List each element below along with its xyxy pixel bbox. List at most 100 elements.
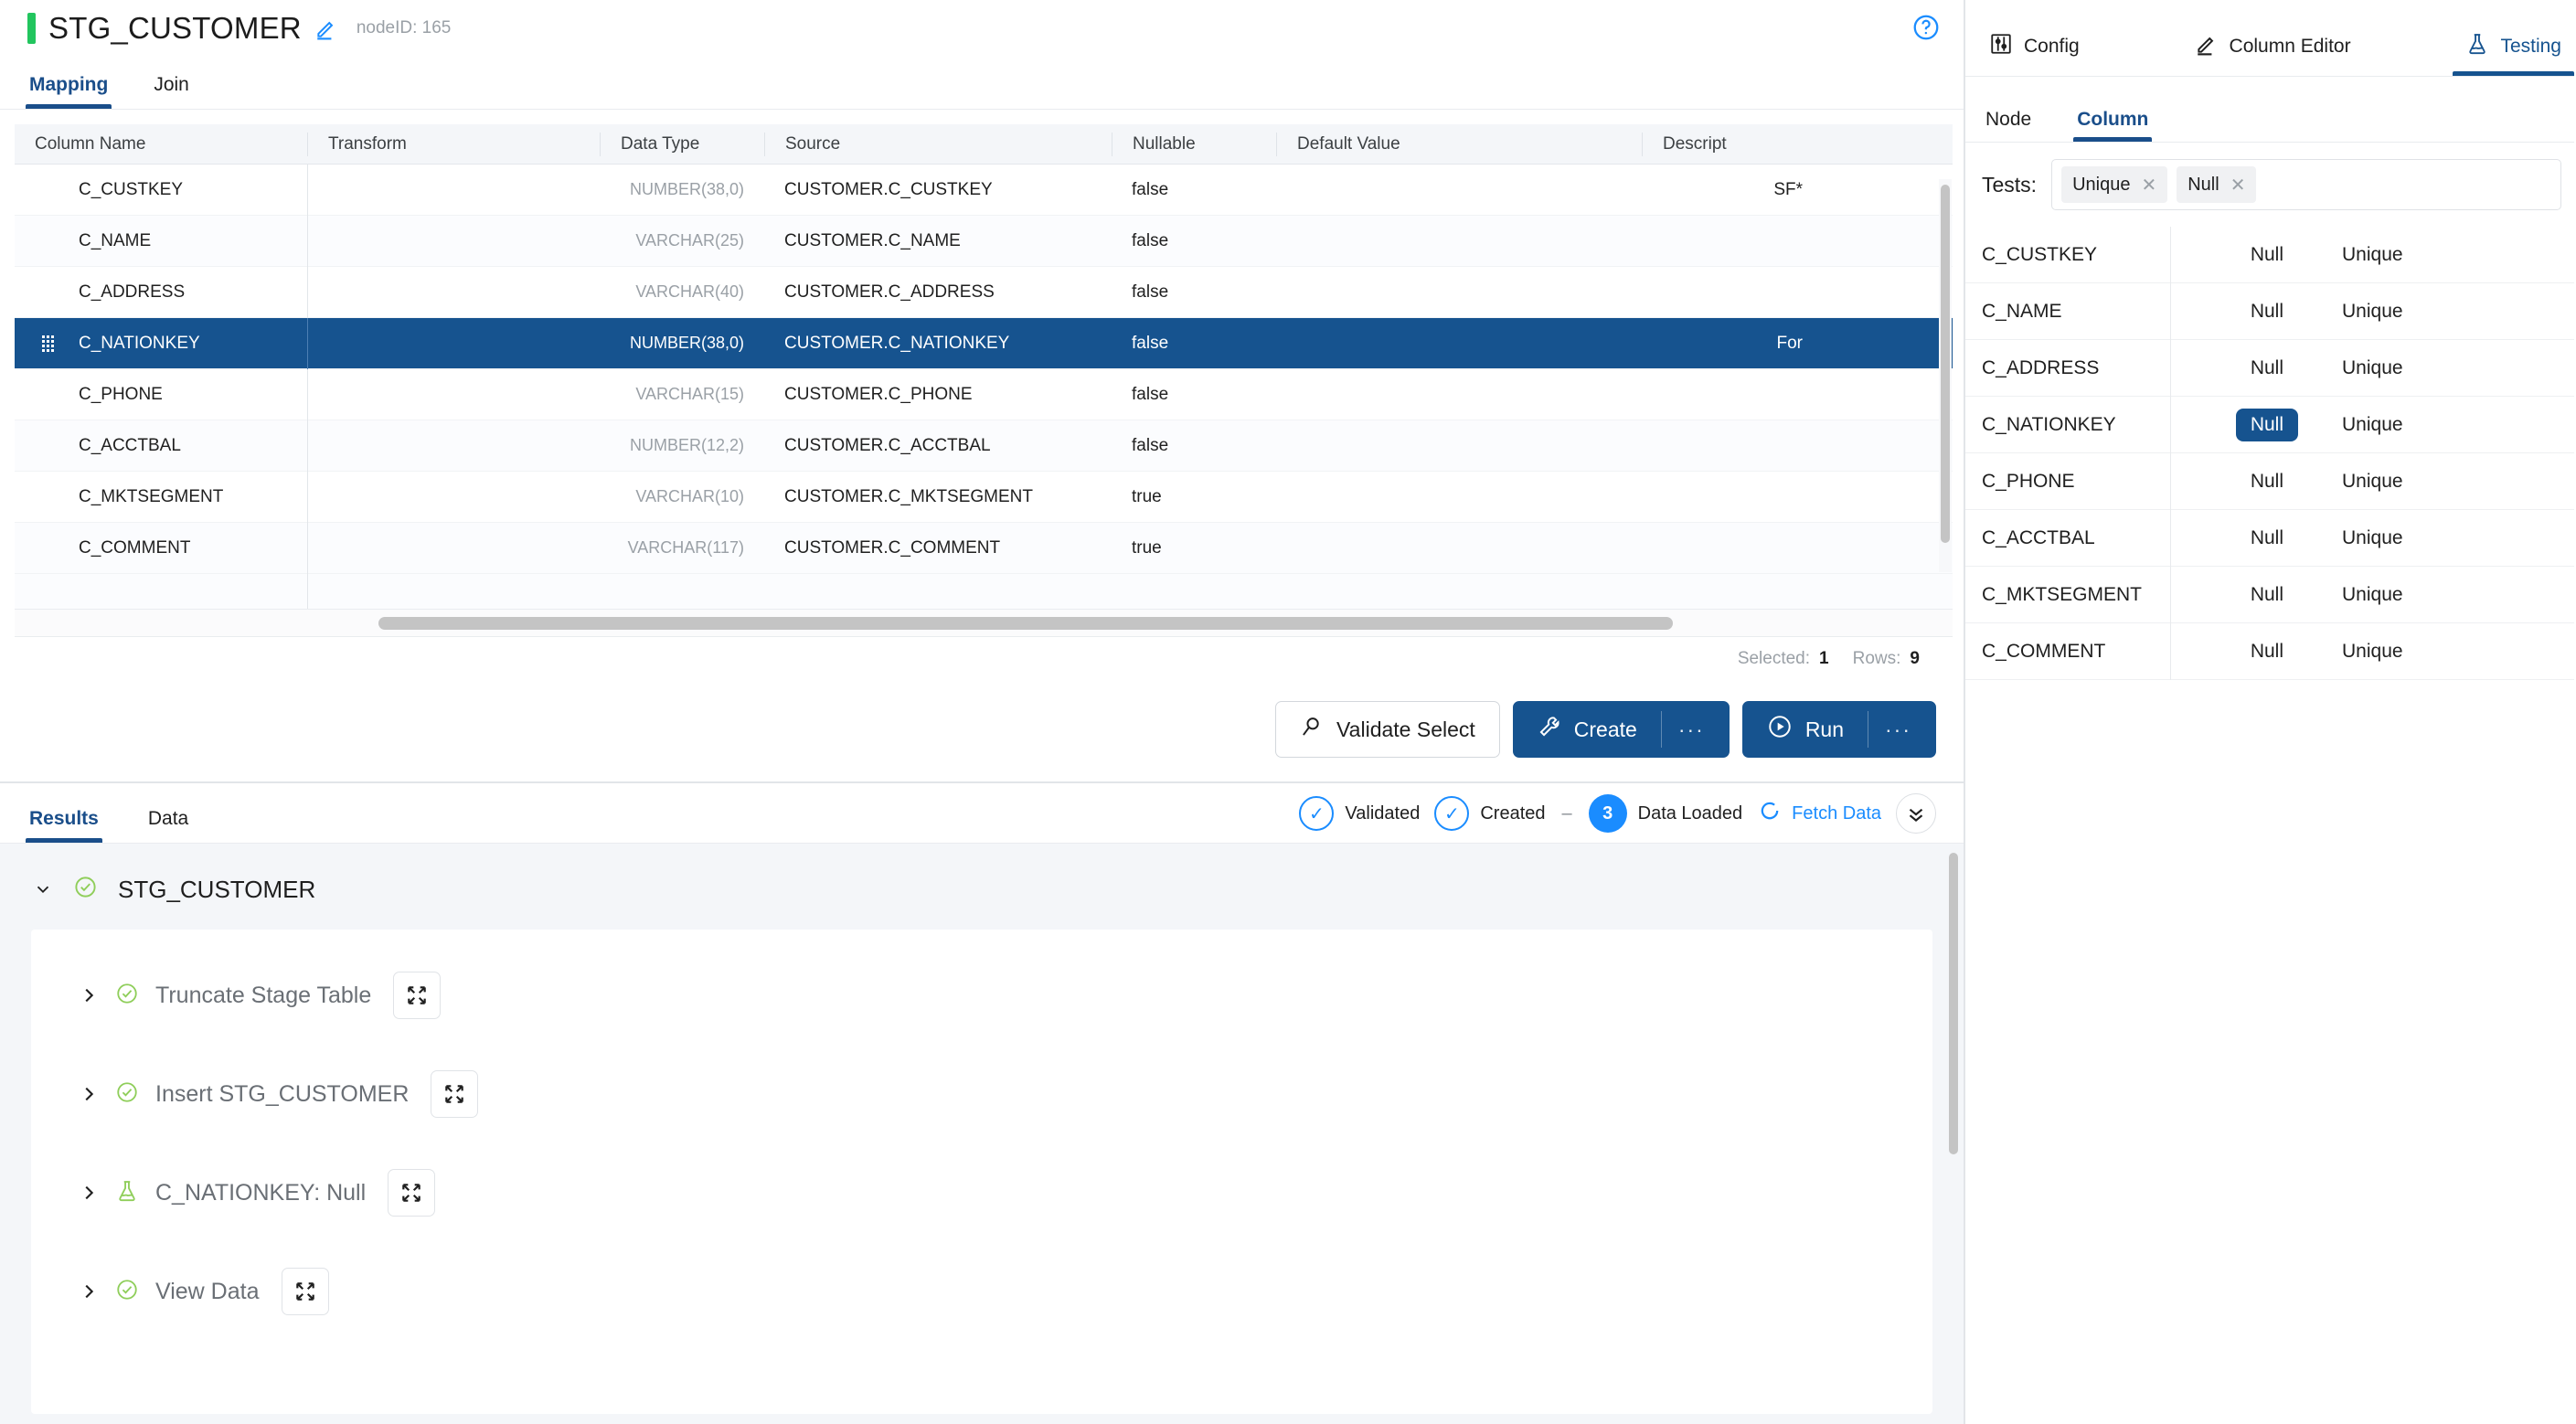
chevron-right-icon[interactable]	[79, 1281, 99, 1302]
unique-badge[interactable]: Unique	[2327, 239, 2418, 271]
status-data-loaded[interactable]: 3 Data Loaded	[1588, 794, 1742, 833]
unique-badge[interactable]: Unique	[2327, 295, 2418, 328]
header-data-type[interactable]: Data Type	[600, 132, 764, 156]
table-row[interactable]: C_COMMENT VARCHAR(117) CUSTOMER.C_COMMEN…	[15, 522, 1953, 574]
table-row[interactable]: C_NAME VARCHAR(25) CUSTOMER.C_NAME false	[15, 215, 1953, 267]
cell-transform[interactable]	[307, 471, 600, 523]
null-badge[interactable]: Null	[2236, 465, 2298, 498]
tab-node[interactable]: Node	[1982, 109, 2035, 142]
tab-testing[interactable]: Testing	[2453, 32, 2574, 76]
grid-horizontal-scrollbar[interactable]	[15, 610, 1953, 637]
chip-unique[interactable]: Unique ✕	[2061, 166, 2168, 203]
create-button[interactable]: Create ···	[1512, 701, 1730, 758]
unique-badge[interactable]: Unique	[2327, 409, 2418, 441]
cell-transform[interactable]	[307, 420, 600, 472]
tab-column-editor[interactable]: Column Editor	[2182, 32, 2364, 76]
header-default-value[interactable]: Default Value	[1276, 132, 1642, 156]
close-icon[interactable]: ✕	[2230, 174, 2246, 197]
test-unique-cell[interactable]: Unique	[2307, 579, 2574, 611]
test-unique-cell[interactable]: Unique	[2307, 522, 2574, 555]
chevron-right-icon[interactable]	[79, 984, 99, 1006]
chip-null[interactable]: Null ✕	[2177, 166, 2257, 203]
header-source[interactable]: Source	[764, 132, 1112, 156]
null-badge-active[interactable]: Null	[2235, 408, 2298, 441]
test-null-cell[interactable]: Null	[2170, 339, 2307, 397]
test-unique-cell[interactable]: Unique	[2307, 352, 2574, 385]
list-item[interactable]: Truncate Stage Table	[31, 946, 1932, 1045]
table-row[interactable]: C_COMMENT Null Unique	[1965, 622, 2574, 680]
tab-mapping[interactable]: Mapping	[26, 74, 112, 109]
help-circle-icon[interactable]	[1911, 13, 1941, 47]
test-null-cell[interactable]: Null	[2170, 622, 2307, 680]
header-column-name[interactable]: Column Name	[15, 133, 307, 156]
tab-column[interactable]: Column	[2073, 109, 2153, 142]
tests-input[interactable]: Unique ✕ Null ✕	[2051, 159, 2561, 210]
test-null-cell[interactable]: Null	[2170, 282, 2307, 340]
null-badge[interactable]: Null	[2236, 352, 2298, 385]
validate-select-button[interactable]: Validate Select	[1275, 701, 1500, 758]
create-more-button[interactable]: ···	[1660, 711, 1705, 748]
test-null-cell[interactable]: Null	[2170, 509, 2307, 567]
scrollbar-thumb[interactable]	[1949, 853, 1958, 1154]
test-null-cell[interactable]: Null	[2170, 566, 2307, 623]
table-row[interactable]: C_NATIONKEY Null Unique	[1965, 396, 2574, 453]
test-unique-cell[interactable]: Unique	[2307, 239, 2574, 271]
pencil-icon[interactable]	[314, 16, 338, 40]
cell-transform[interactable]	[307, 164, 600, 216]
drag-handle-icon[interactable]	[42, 335, 57, 352]
expand-icon[interactable]	[281, 1268, 329, 1315]
expand-icon[interactable]	[393, 972, 442, 1019]
expand-icon[interactable]	[431, 1070, 479, 1118]
list-item[interactable]: Insert STG_CUSTOMER	[31, 1045, 1932, 1143]
cell-transform[interactable]	[307, 266, 600, 318]
test-unique-cell[interactable]: Unique	[2307, 465, 2574, 498]
cell-transform[interactable]	[307, 215, 600, 267]
results-root-node[interactable]: STG_CUSTOMER	[0, 849, 1964, 930]
unique-badge[interactable]: Unique	[2327, 522, 2418, 555]
header-nullable[interactable]: Nullable	[1112, 132, 1276, 156]
unique-badge[interactable]: Unique	[2327, 465, 2418, 498]
null-badge[interactable]: Null	[2236, 239, 2298, 271]
null-badge[interactable]: Null	[2236, 522, 2298, 555]
expand-icon[interactable]	[388, 1169, 436, 1217]
run-more-button[interactable]: ···	[1868, 711, 1911, 748]
scrollbar-thumb[interactable]	[1941, 185, 1950, 543]
table-row[interactable]: C_NAME Null Unique	[1965, 282, 2574, 340]
header-description[interactable]: Descript	[1642, 132, 1815, 156]
table-row[interactable]: C_CUSTKEY NUMBER(38,0) CUSTOMER.C_CUSTKE…	[15, 164, 1953, 216]
scrollbar-thumb[interactable]	[378, 617, 1673, 630]
fetch-data-button[interactable]: Fetch Data	[1757, 798, 1881, 829]
unique-badge[interactable]: Unique	[2327, 352, 2418, 385]
table-row[interactable]: C_ADDRESS VARCHAR(40) CUSTOMER.C_ADDRESS…	[15, 266, 1953, 318]
test-null-cell[interactable]: Null	[2170, 452, 2307, 510]
test-null-cell[interactable]: Null	[2170, 226, 2307, 283]
table-row[interactable]: C_CUSTKEY Null Unique	[1965, 226, 2574, 283]
table-row[interactable]: C_MKTSEGMENT Null Unique	[1965, 566, 2574, 623]
chevron-right-icon[interactable]	[79, 1083, 99, 1105]
table-row[interactable]: C_MKTSEGMENT VARCHAR(10) CUSTOMER.C_MKTS…	[15, 471, 1953, 523]
list-item[interactable]: View Data	[31, 1242, 1932, 1341]
null-badge[interactable]: Null	[2236, 295, 2298, 328]
close-icon[interactable]: ✕	[2141, 174, 2156, 197]
tab-join[interactable]: Join	[150, 74, 193, 109]
table-row[interactable]: C_PHONE Null Unique	[1965, 452, 2574, 510]
status-created[interactable]: ✓ Created	[1434, 796, 1546, 831]
null-badge[interactable]: Null	[2236, 635, 2298, 668]
results-vertical-scrollbar[interactable]	[1949, 853, 1960, 1154]
run-button[interactable]: Run ···	[1741, 701, 1936, 758]
test-unique-cell[interactable]: Unique	[2307, 635, 2574, 668]
chevron-down-icon[interactable]	[33, 878, 53, 900]
tab-config[interactable]: Config	[1976, 32, 2092, 76]
cell-transform[interactable]	[307, 522, 600, 574]
header-transform[interactable]: Transform	[307, 132, 600, 156]
unique-badge[interactable]: Unique	[2327, 635, 2418, 668]
tab-data[interactable]: Data	[144, 808, 192, 843]
null-badge[interactable]: Null	[2236, 579, 2298, 611]
cell-transform[interactable]	[307, 317, 600, 369]
table-row[interactable]: C_PHONE VARCHAR(15) CUSTOMER.C_PHONE fal…	[15, 368, 1953, 420]
test-unique-cell[interactable]: Unique	[2307, 295, 2574, 328]
table-row-selected[interactable]: C_NATIONKEY NUMBER(38,0) CUSTOMER.C_NATI…	[15, 317, 1953, 369]
table-row[interactable]: C_ADDRESS Null Unique	[1965, 339, 2574, 397]
table-row[interactable]: C_ACCTBAL NUMBER(12,2) CUSTOMER.C_ACCTBA…	[15, 420, 1953, 472]
chevron-right-icon[interactable]	[79, 1182, 99, 1204]
